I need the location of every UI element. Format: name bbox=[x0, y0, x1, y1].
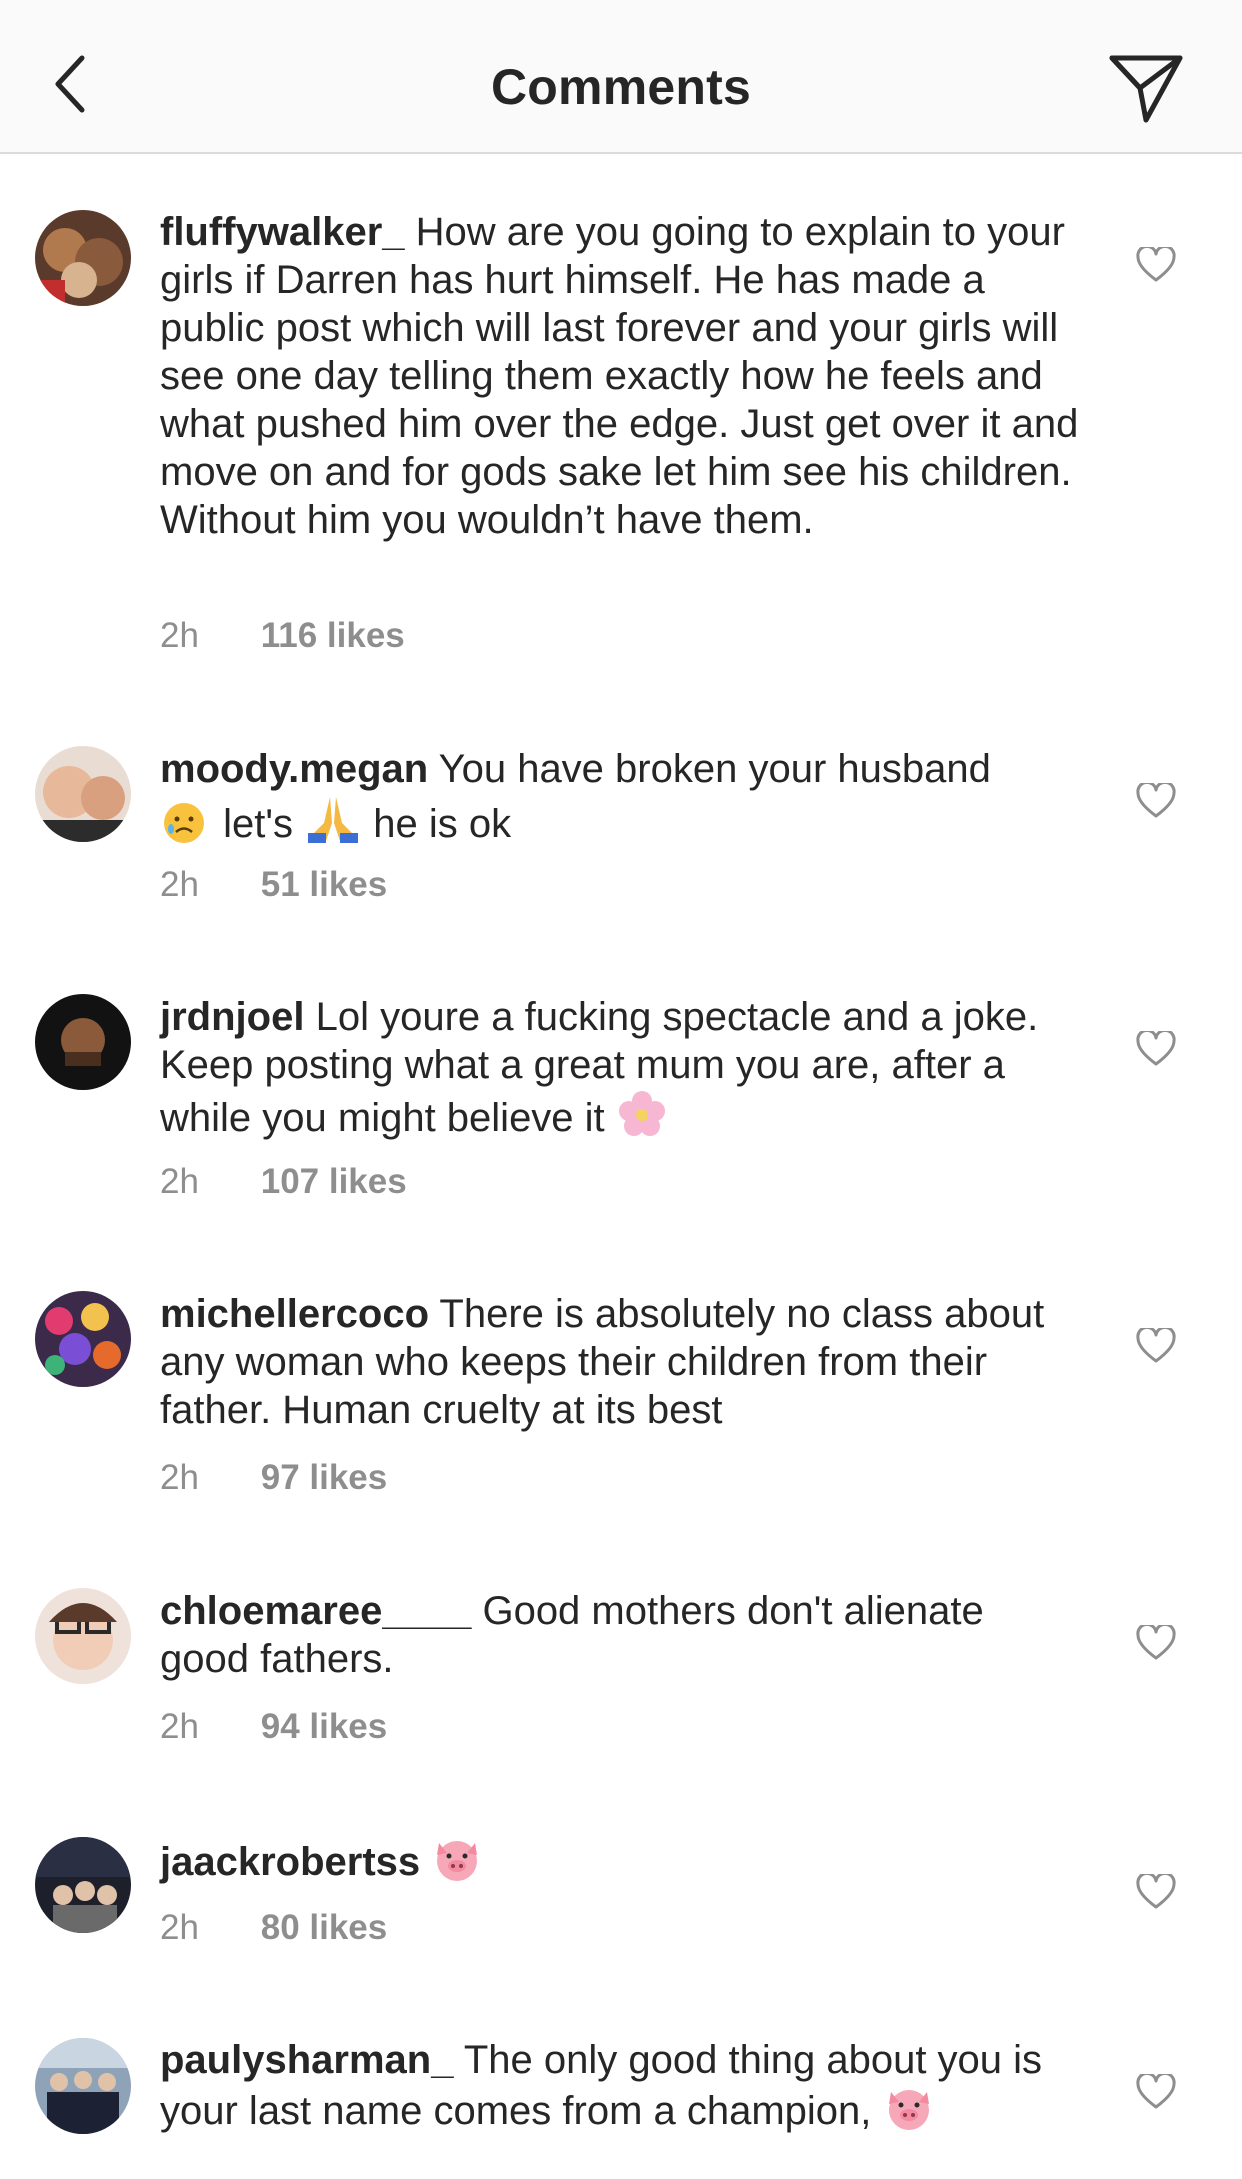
comment-body: let's bbox=[223, 802, 294, 846]
comment-time: 2h bbox=[160, 865, 199, 904]
comment-text: jrdnjoel Lol youre a fucking spectacle a… bbox=[160, 993, 1080, 1142]
like-heart-icon[interactable] bbox=[1136, 1031, 1176, 1067]
avatar[interactable] bbox=[35, 1588, 131, 1684]
comment-time: 2h bbox=[160, 616, 199, 655]
sad-face-emoji bbox=[164, 803, 204, 843]
avatar[interactable] bbox=[35, 746, 131, 842]
avatar[interactable] bbox=[35, 1291, 131, 1387]
comment-likes[interactable]: 116 likes bbox=[261, 616, 405, 655]
comment-meta: 2h 94 likes bbox=[160, 1707, 387, 1747]
avatar[interactable] bbox=[35, 1837, 131, 1933]
like-heart-icon[interactable] bbox=[1136, 783, 1176, 819]
comment-likes[interactable]: 80 likes bbox=[261, 1908, 388, 1947]
comment-text: moody.megan You have broken your husband… bbox=[160, 745, 1080, 848]
comment-username[interactable]: michellercoco bbox=[160, 1292, 429, 1336]
like-heart-icon[interactable] bbox=[1136, 1874, 1176, 1910]
comments-header: Comments bbox=[0, 0, 1242, 154]
comment-likes[interactable]: 97 likes bbox=[261, 1458, 388, 1497]
comment-username[interactable]: jrdnjoel bbox=[160, 995, 304, 1039]
comment-meta: 2h 97 likes bbox=[160, 1458, 387, 1498]
comment-username[interactable]: jaackrobertss bbox=[160, 1840, 420, 1884]
like-heart-icon[interactable] bbox=[1136, 1328, 1176, 1364]
comment-time: 2h bbox=[160, 1162, 199, 1201]
comment-meta: 2h 51 likes bbox=[160, 865, 387, 905]
praying-hands-emoji bbox=[308, 797, 359, 843]
comment-username[interactable]: paulysharman_ bbox=[160, 2038, 453, 2082]
comment-username[interactable]: chloemaree____ bbox=[160, 1589, 471, 1633]
comment-text: fluffywalker_ How are you going to expla… bbox=[160, 208, 1080, 544]
comment-time: 2h bbox=[160, 1458, 199, 1497]
comment-meta: 2h 107 likes bbox=[160, 1162, 407, 1202]
like-heart-icon[interactable] bbox=[1136, 247, 1176, 283]
comment-likes[interactable]: 51 likes bbox=[261, 865, 388, 904]
comment-text: jaackrobertss bbox=[160, 1835, 1080, 1886]
direct-message-icon[interactable] bbox=[1106, 52, 1186, 126]
comment-likes[interactable]: 94 likes bbox=[261, 1707, 388, 1746]
pig-face-emoji bbox=[437, 1841, 478, 1881]
comment-time: 2h bbox=[160, 1908, 199, 1947]
comment-username[interactable]: fluffywalker_ bbox=[160, 210, 405, 254]
comment-body: he is ok bbox=[373, 802, 512, 846]
comment-meta: 2h 80 likes bbox=[160, 1908, 387, 1948]
comment-text: paulysharman_ The only good thing about … bbox=[160, 2036, 1080, 2135]
comment-meta: 2h 116 likes bbox=[160, 616, 405, 656]
avatar[interactable] bbox=[35, 994, 131, 1090]
comment-username[interactable]: moody.megan bbox=[160, 747, 428, 791]
comment-body: You have broken your husband bbox=[438, 747, 991, 791]
avatar[interactable] bbox=[35, 210, 131, 306]
page-title: Comments bbox=[491, 59, 751, 115]
avatar[interactable] bbox=[35, 2038, 131, 2134]
comment-body: How are you going to explain to your gir… bbox=[160, 210, 1079, 542]
pig-face-emoji bbox=[888, 2090, 929, 2130]
cherry-blossom-emoji bbox=[618, 1091, 665, 1136]
comment-likes[interactable]: 107 likes bbox=[261, 1162, 407, 1201]
comment-text: chloemaree____ Good mothers don't aliena… bbox=[160, 1587, 1080, 1683]
comment-text: michellercoco There is absolutely no cla… bbox=[160, 1290, 1080, 1434]
like-heart-icon[interactable] bbox=[1136, 1625, 1176, 1661]
comment-time: 2h bbox=[160, 1707, 199, 1746]
like-heart-icon[interactable] bbox=[1136, 2074, 1176, 2110]
